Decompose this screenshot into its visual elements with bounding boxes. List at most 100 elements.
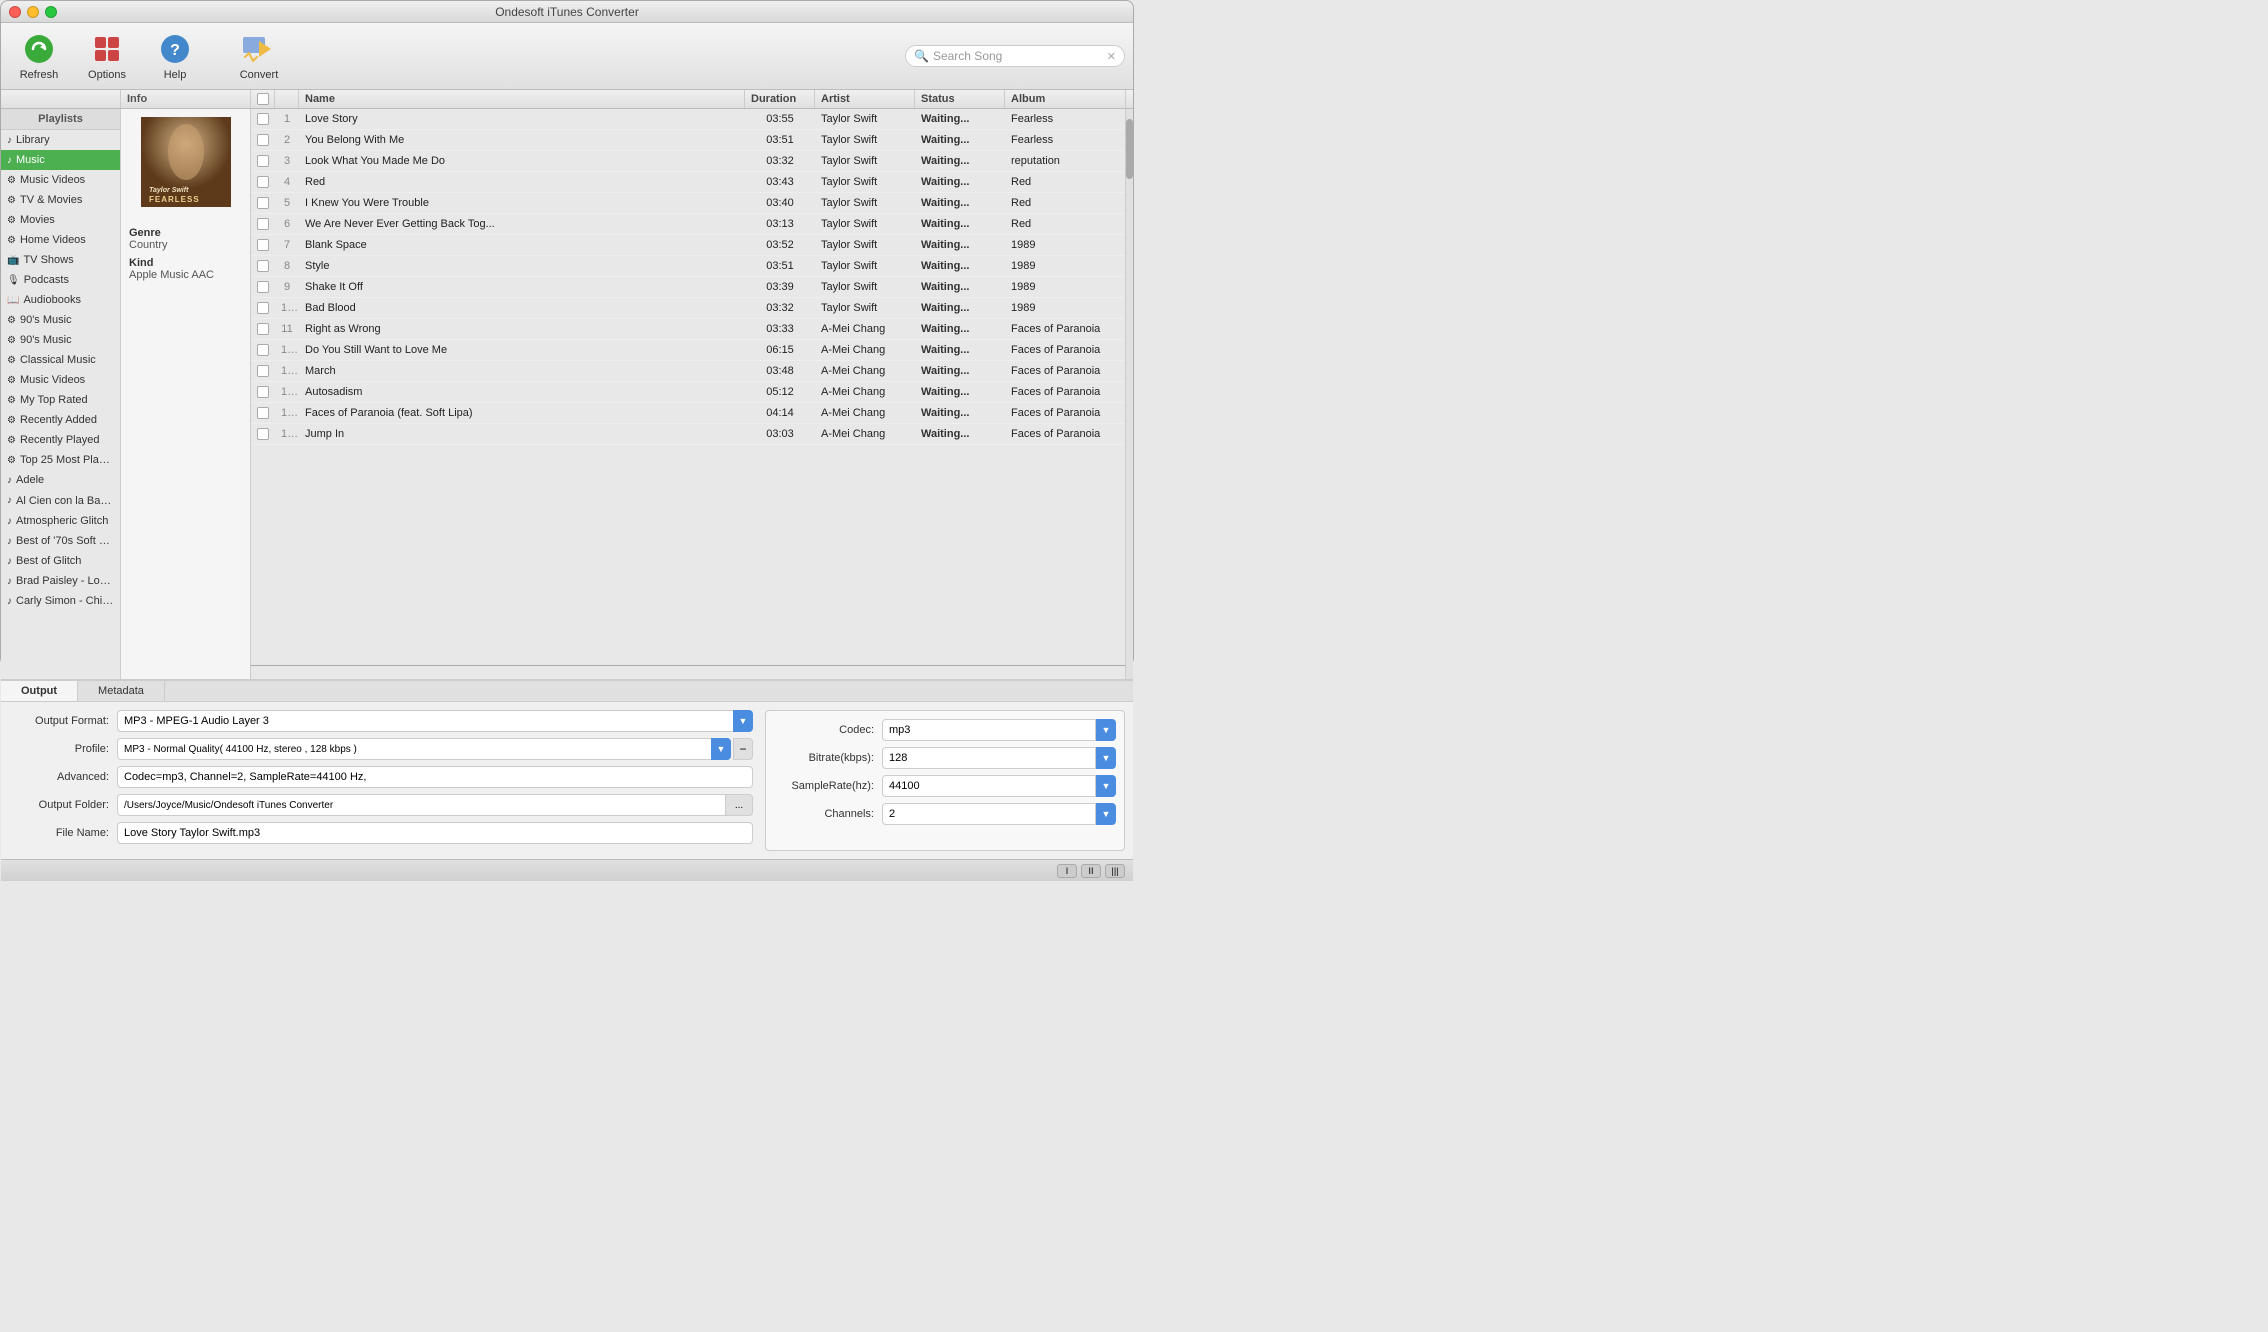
- tab-output[interactable]: Output: [1, 681, 78, 701]
- track-row[interactable]: 12 Do You Still Want to Love Me 06:15 A-…: [251, 340, 1125, 361]
- sidebar-item-my-top-rated[interactable]: ⚙My Top Rated: [1, 390, 120, 410]
- sidebar-item-tv-movies[interactable]: ⚙TV & Movies: [1, 190, 120, 210]
- options-button[interactable]: Options: [77, 27, 137, 85]
- track-row[interactable]: 2 You Belong With Me 03:51 Taylor Swift …: [251, 130, 1125, 151]
- file-name-input[interactable]: [117, 822, 753, 844]
- track-checkbox-6[interactable]: [251, 235, 275, 255]
- minimize-button[interactable]: [27, 6, 39, 18]
- sidebar-item-carly-simon[interactable]: ♪Carly Simon - Chimes of...: [1, 591, 120, 611]
- sidebar-item-music-videos[interactable]: ⚙Music Videos: [1, 170, 120, 190]
- sidebar-item-music[interactable]: ♪Music: [1, 150, 120, 170]
- track-row[interactable]: 7 Blank Space 03:52 Taylor Swift Waiting…: [251, 235, 1125, 256]
- track-checkbox-5[interactable]: [251, 214, 275, 234]
- sidebar-item-90s-music-2[interactable]: ⚙90's Music: [1, 330, 120, 350]
- clear-search-icon[interactable]: ✕: [1107, 50, 1116, 63]
- scrollbar-thumb[interactable]: [1126, 119, 1133, 179]
- select-all-checkbox[interactable]: [257, 93, 269, 105]
- convert-button[interactable]: Convert: [229, 27, 289, 85]
- statusbar-btn-1[interactable]: I: [1057, 864, 1077, 878]
- close-button[interactable]: [9, 6, 21, 18]
- track-row[interactable]: 5 I Knew You Were Trouble 03:40 Taylor S…: [251, 193, 1125, 214]
- track-row[interactable]: 15 Faces of Paranoia (feat. Soft Lipa) 0…: [251, 403, 1125, 424]
- scrollbar[interactable]: [1125, 109, 1133, 679]
- bitrate-dropdown[interactable]: ▼: [1096, 747, 1116, 769]
- track-checkbox-13[interactable]: [251, 382, 275, 402]
- track-status-14: Waiting...: [915, 403, 1005, 423]
- sidebar-item-movies[interactable]: ⚙Movies: [1, 210, 120, 230]
- samplerate-dropdown[interactable]: ▼: [1096, 775, 1116, 797]
- profile-input[interactable]: MP3 - Normal Quality( 44100 Hz, stereo ,…: [117, 738, 712, 760]
- statusbar-btn-3[interactable]: |||: [1105, 864, 1125, 878]
- track-name-11: Do You Still Want to Love Me: [299, 340, 745, 360]
- samplerate-label: SampleRate(hz):: [774, 780, 874, 792]
- track-list-scroll[interactable]: 1 Love Story 03:55 Taylor Swift Waiting.…: [251, 109, 1125, 679]
- codec-dropdown[interactable]: ▼: [1096, 719, 1116, 741]
- sidebar-item-home-videos[interactable]: ⚙Home Videos: [1, 230, 120, 250]
- output-folder-input[interactable]: /Users/Joyce/Music/Ondesoft iTunes Conve…: [117, 794, 725, 816]
- profile-dropdown[interactable]: ▼: [711, 738, 731, 760]
- track-checkbox-0[interactable]: [251, 109, 275, 129]
- advanced-input[interactable]: [117, 766, 753, 788]
- track-row[interactable]: 9 Shake It Off 03:39 Taylor Swift Waitin…: [251, 277, 1125, 298]
- channels-input[interactable]: 2: [882, 803, 1096, 825]
- sidebar-item-best-glitch[interactable]: ♪Best of Glitch: [1, 551, 120, 571]
- tab-metadata[interactable]: Metadata: [78, 681, 165, 701]
- sidebar-item-library[interactable]: ♪Library: [1, 130, 120, 150]
- track-row[interactable]: 8 Style 03:51 Taylor Swift Waiting... 19…: [251, 256, 1125, 277]
- sidebar-item-top-25[interactable]: ⚙Top 25 Most Played: [1, 450, 120, 470]
- samplerate-input[interactable]: 44100: [882, 775, 1096, 797]
- sidebar-icon-movies: ⚙: [7, 215, 16, 226]
- track-checkbox-7[interactable]: [251, 256, 275, 276]
- sidebar-item-classical[interactable]: ⚙Classical Music: [1, 350, 120, 370]
- track-name-2: Look What You Made Me Do: [299, 151, 745, 171]
- refresh-button[interactable]: Refresh: [9, 27, 69, 85]
- sidebar-item-recently-added[interactable]: ⚙Recently Added: [1, 410, 120, 430]
- sidebar-item-music-videos-2[interactable]: ⚙Music Videos: [1, 370, 120, 390]
- track-checkbox-9[interactable]: [251, 298, 275, 318]
- track-checkbox-4[interactable]: [251, 193, 275, 213]
- track-checkbox-15[interactable]: [251, 424, 275, 444]
- sidebar-item-tv-shows[interactable]: 📺TV Shows: [1, 250, 120, 270]
- track-row[interactable]: 14 Autosadism 05:12 A-Mei Chang Waiting.…: [251, 382, 1125, 403]
- sidebar-item-brad-paisley[interactable]: ♪Brad Paisley - Love and Wa...: [1, 571, 120, 591]
- help-button[interactable]: ? Help: [145, 27, 205, 85]
- sidebar-item-podcasts[interactable]: 🎙Podcasts: [1, 270, 120, 290]
- track-row[interactable]: 10 Bad Blood 03:32 Taylor Swift Waiting.…: [251, 298, 1125, 319]
- track-row[interactable]: 16 Jump In 03:03 A-Mei Chang Waiting... …: [251, 424, 1125, 445]
- channels-dropdown[interactable]: ▼: [1096, 803, 1116, 825]
- search-input[interactable]: [933, 49, 1103, 63]
- track-row[interactable]: 13 March 03:48 A-Mei Chang Waiting... Fa…: [251, 361, 1125, 382]
- track-row[interactable]: 1 Love Story 03:55 Taylor Swift Waiting.…: [251, 109, 1125, 130]
- sidebar-item-90s-music[interactable]: ⚙90's Music: [1, 310, 120, 330]
- statusbar-btn-2[interactable]: II: [1081, 864, 1101, 878]
- sidebar-item-best-70s[interactable]: ♪Best of '70s Soft Rock: [1, 531, 120, 551]
- bottom-area: Output Metadata Output Format: MP3 - MPE…: [1, 679, 1133, 859]
- codec-input[interactable]: mp3: [882, 719, 1096, 741]
- sidebar-item-adele[interactable]: ♪Adele: [1, 470, 120, 490]
- track-checkbox-2[interactable]: [251, 151, 275, 171]
- track-row[interactable]: 6 We Are Never Ever Getting Back Tog... …: [251, 214, 1125, 235]
- track-checkbox-1[interactable]: [251, 130, 275, 150]
- sidebar-item-atmospheric[interactable]: ♪Atmospheric Glitch: [1, 511, 120, 531]
- track-checkbox-11[interactable]: [251, 340, 275, 360]
- browse-folder-button[interactable]: ...: [725, 794, 753, 816]
- maximize-button[interactable]: [45, 6, 57, 18]
- bitrate-input[interactable]: 128: [882, 747, 1096, 769]
- output-format-dropdown[interactable]: ▼: [733, 710, 753, 732]
- track-row[interactable]: 11 Right as Wrong 03:33 A-Mei Chang Wait…: [251, 319, 1125, 340]
- track-checkbox-10[interactable]: [251, 319, 275, 339]
- sidebar-item-audiobooks[interactable]: 📖Audiobooks: [1, 290, 120, 310]
- track-checkbox-8[interactable]: [251, 277, 275, 297]
- track-checkbox-14[interactable]: [251, 403, 275, 423]
- sidebar-item-recently-played[interactable]: ⚙Recently Played: [1, 430, 120, 450]
- sidebar-item-al-cien[interactable]: ♪Al Cien con la Banda 💯: [1, 490, 120, 511]
- codec-value: mp3: [889, 724, 910, 736]
- search-box[interactable]: 🔍 ✕: [905, 45, 1125, 67]
- profile-minus-button[interactable]: −: [733, 738, 753, 760]
- sidebar: Playlists♪Library♪Music⚙Music Videos⚙TV …: [1, 109, 121, 679]
- track-checkbox-3[interactable]: [251, 172, 275, 192]
- track-checkbox-12[interactable]: [251, 361, 275, 381]
- track-row[interactable]: 3 Look What You Made Me Do 03:32 Taylor …: [251, 151, 1125, 172]
- output-format-input[interactable]: MP3 - MPEG-1 Audio Layer 3: [117, 710, 734, 732]
- track-row[interactable]: 4 Red 03:43 Taylor Swift Waiting... Red: [251, 172, 1125, 193]
